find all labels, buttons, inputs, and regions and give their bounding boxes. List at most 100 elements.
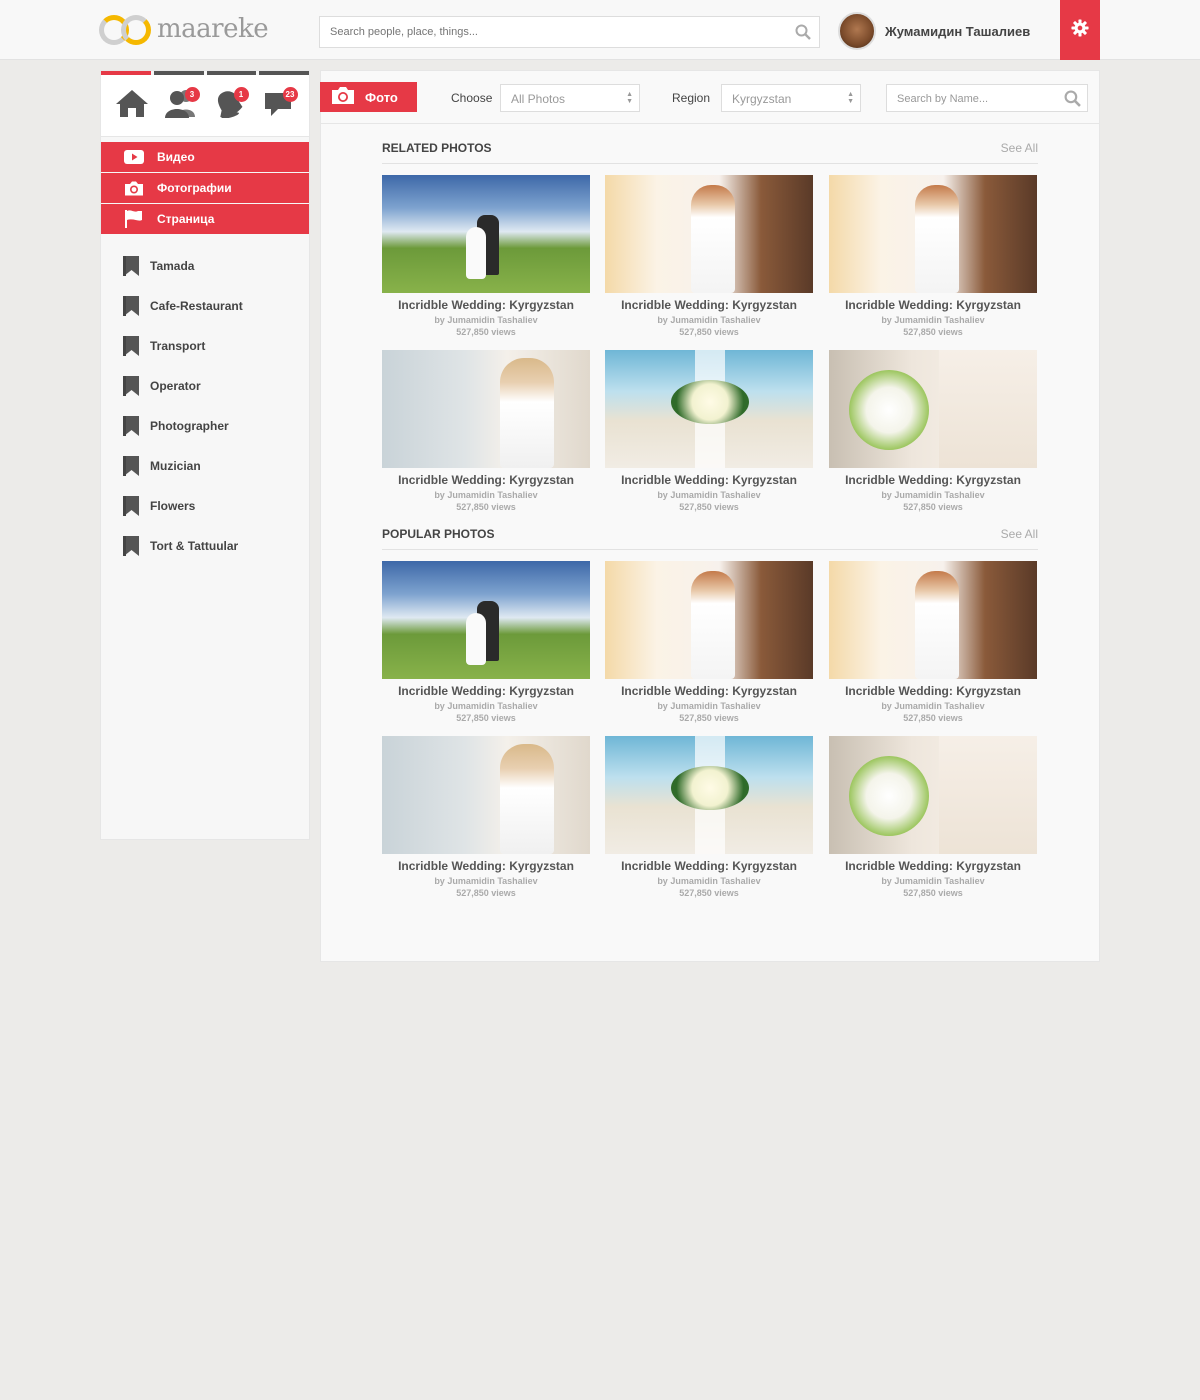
global-search[interactable] — [319, 16, 820, 48]
photo-author[interactable]: by Jumamidin Tashaliev — [605, 490, 813, 500]
see-all-link[interactable]: See All — [1001, 527, 1038, 541]
friends-button[interactable]: 3 — [162, 86, 200, 125]
notifications-badge: 1 — [233, 86, 249, 102]
category-label: Cafe-Restaurant — [150, 299, 243, 313]
tab-indicator — [259, 71, 309, 75]
bookmark-icon — [123, 416, 140, 436]
photo-title[interactable]: Incridble Wedding: Kyrgyzstan — [382, 298, 590, 312]
tab-indicator — [206, 71, 257, 75]
photo-title[interactable]: Incridble Wedding: Kyrgyzstan — [829, 473, 1037, 487]
photo-author[interactable]: by Jumamidin Tashaliev — [829, 701, 1037, 711]
photo-author[interactable]: by Jumamidin Tashaliev — [605, 876, 813, 886]
photo-title[interactable]: Incridble Wedding: Kyrgyzstan — [382, 473, 590, 487]
photo-views: 527,850 views — [456, 713, 516, 723]
select-arrows-icon: ▲ ▼ — [847, 91, 854, 105]
photo-author[interactable]: by Jumamidin Tashaliev — [382, 876, 590, 886]
photo-title[interactable]: Incridble Wedding: Kyrgyzstan — [605, 473, 813, 487]
photo-thumbnail[interactable] — [829, 561, 1037, 679]
see-all-link[interactable]: See All — [1001, 141, 1038, 155]
photo-author[interactable]: by Jumamidin Tashaliev — [829, 876, 1037, 886]
photo-thumbnail[interactable] — [605, 175, 813, 293]
user-name[interactable]: Жумамидин Ташалиев — [885, 24, 1030, 39]
photo-card[interactable]: Incridble Wedding: Kyrgyzstan by Jumamidi… — [829, 350, 1037, 512]
photo-thumbnail[interactable] — [605, 561, 813, 679]
photo-thumbnail[interactable] — [829, 175, 1037, 293]
name-search-input[interactable]: Search by Name... — [886, 84, 1088, 112]
menu-item-page[interactable]: Страница — [101, 204, 309, 234]
gear-icon — [1071, 18, 1089, 42]
photo-title[interactable]: Incridble Wedding: Kyrgyzstan — [382, 859, 590, 873]
photo-thumbnail[interactable] — [829, 736, 1037, 854]
user-profile[interactable]: Жумамидин Ташалиев — [838, 12, 1030, 50]
photo-card[interactable]: Incridble Wedding: Kyrgyzstan by Jumamidi… — [605, 736, 813, 898]
photo-author[interactable]: by Jumamidin Tashaliev — [605, 315, 813, 325]
home-icon — [115, 88, 149, 123]
photo-card[interactable]: Incridble Wedding: Kyrgyzstan by Jumamidi… — [829, 561, 1037, 723]
photo-card[interactable]: Incridble Wedding: Kyrgyzstan by Jumamidi… — [382, 561, 590, 723]
select-arrows-icon: ▲ ▼ — [626, 91, 633, 105]
global-search-input[interactable] — [320, 17, 780, 47]
photo-views: 527,850 views — [903, 888, 963, 898]
category-item[interactable]: Operator — [101, 366, 309, 406]
photo-author[interactable]: by Jumamidin Tashaliev — [382, 701, 590, 711]
avatar[interactable] — [838, 12, 876, 50]
photo-author[interactable]: by Jumamidin Tashaliev — [829, 315, 1037, 325]
choose-label: Choose — [451, 91, 493, 105]
search-icon[interactable] — [795, 24, 811, 40]
bookmark-icon — [123, 296, 140, 316]
section-title: POPULAR PHOTOS — [382, 527, 495, 541]
category-label: Muzician — [150, 459, 201, 473]
category-item[interactable]: Muzician — [101, 446, 309, 486]
name-search-placeholder: Search by Name... — [897, 93, 989, 105]
photo-title[interactable]: Incridble Wedding: Kyrgyzstan — [829, 859, 1037, 873]
photo-title[interactable]: Incridble Wedding: Kyrgyzstan — [605, 684, 813, 698]
photo-thumbnail[interactable] — [605, 350, 813, 468]
section-label-text: Фото — [365, 89, 398, 105]
photo-card[interactable]: Incridble Wedding: Kyrgyzstan by Jumamidi… — [382, 350, 590, 512]
category-item[interactable]: Flowers — [101, 486, 309, 526]
photo-views: 527,850 views — [456, 327, 516, 337]
menu-item-video[interactable]: Видео — [101, 142, 309, 172]
photo-author[interactable]: by Jumamidin Tashaliev — [829, 490, 1037, 500]
settings-button[interactable] — [1060, 0, 1100, 60]
photo-thumbnail[interactable] — [382, 350, 590, 468]
photo-title[interactable]: Incridble Wedding: Kyrgyzstan — [605, 298, 813, 312]
photo-title[interactable]: Incridble Wedding: Kyrgyzstan — [829, 684, 1037, 698]
photo-card[interactable]: Incridble Wedding: Kyrgyzstan by Jumamidi… — [605, 350, 813, 512]
photo-card[interactable]: Incridble Wedding: Kyrgyzstan by Jumamidi… — [829, 736, 1037, 898]
filter-toolbar: Фото Choose All Photos ▲ ▼ Region Kyrgyzs… — [320, 71, 1099, 124]
search-icon[interactable] — [1064, 90, 1081, 110]
photo-thumbnail[interactable] — [829, 350, 1037, 468]
photo-card[interactable]: Incridble Wedding: Kyrgyzstan by Jumamidi… — [829, 175, 1037, 337]
photo-card[interactable]: Incridble Wedding: Kyrgyzstan by Jumamidi… — [382, 175, 590, 337]
category-item[interactable]: Photographer — [101, 406, 309, 446]
menu-item-label: Страница — [157, 212, 215, 226]
category-item[interactable]: Tamada — [101, 246, 309, 286]
region-select[interactable]: Kyrgyzstan ▲ ▼ — [721, 84, 861, 112]
photo-card[interactable]: Incridble Wedding: Kyrgyzstan by Jumamidi… — [382, 736, 590, 898]
category-item[interactable]: Tort & Tattuular — [101, 526, 309, 566]
photo-title[interactable]: Incridble Wedding: Kyrgyzstan — [829, 298, 1037, 312]
photo-thumbnail[interactable] — [382, 175, 590, 293]
photo-author[interactable]: by Jumamidin Tashaliev — [605, 701, 813, 711]
choose-select[interactable]: All Photos ▲ ▼ — [500, 84, 640, 112]
photo-author[interactable]: by Jumamidin Tashaliev — [382, 315, 590, 325]
photo-title[interactable]: Incridble Wedding: Kyrgyzstan — [382, 684, 590, 698]
site-logo[interactable]: maareke — [99, 12, 269, 46]
notifications-button[interactable]: 1 — [211, 86, 249, 125]
photo-thumbnail[interactable] — [382, 561, 590, 679]
photo-thumbnail[interactable] — [605, 736, 813, 854]
photo-title[interactable]: Incridble Wedding: Kyrgyzstan — [605, 859, 813, 873]
category-item[interactable]: Transport — [101, 326, 309, 366]
bookmark-icon — [123, 536, 140, 556]
menu-item-photos[interactable]: Фотографии — [101, 173, 309, 203]
bookmark-icon — [123, 336, 140, 356]
messages-button[interactable]: 23 — [260, 86, 298, 125]
category-item[interactable]: Cafe-Restaurant — [101, 286, 309, 326]
category-label: Tort & Tattuular — [150, 539, 239, 553]
home-button[interactable] — [113, 87, 151, 125]
photo-card[interactable]: Incridble Wedding: Kyrgyzstan by Jumamidi… — [605, 175, 813, 337]
photo-thumbnail[interactable] — [382, 736, 590, 854]
photo-author[interactable]: by Jumamidin Tashaliev — [382, 490, 590, 500]
photo-card[interactable]: Incridble Wedding: Kyrgyzstan by Jumamidi… — [605, 561, 813, 723]
